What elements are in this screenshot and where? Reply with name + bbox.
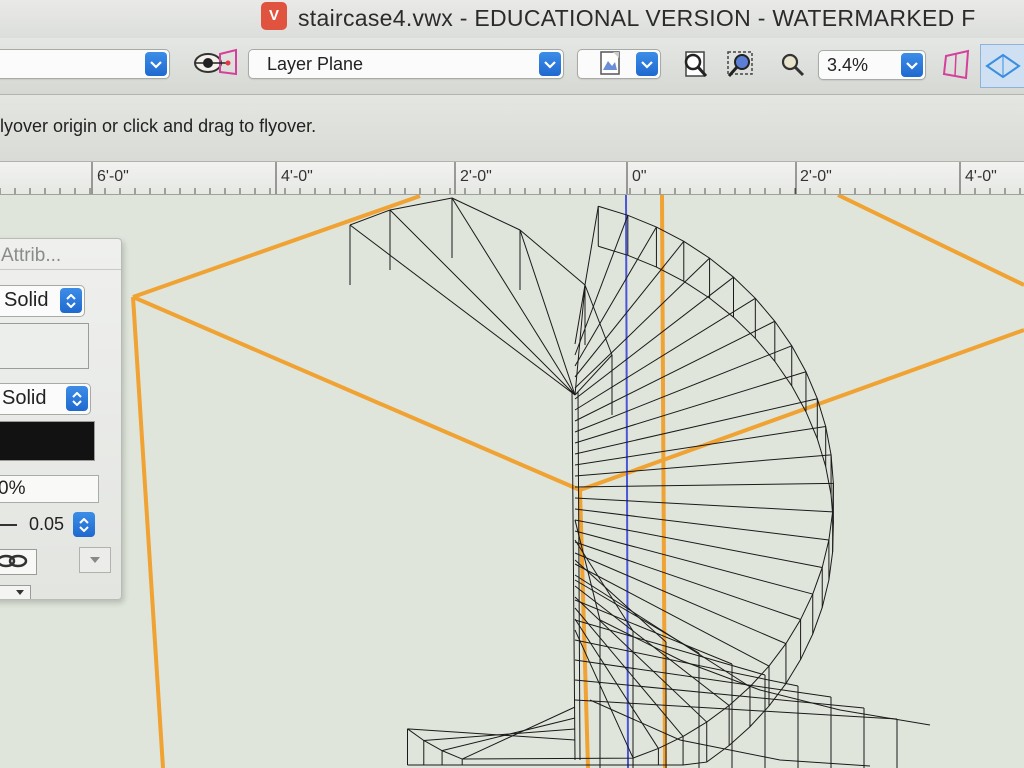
triangle-down-icon bbox=[16, 590, 24, 595]
attributes-palette: Attrib... Solid Solid 0% 0.05 bbox=[0, 238, 122, 600]
y-axis-line bbox=[625, 195, 629, 768]
ruler-label: 4'-0" bbox=[965, 168, 997, 185]
line-end-control[interactable] bbox=[0, 549, 37, 575]
help-message: lyover origin or click and drag to flyov… bbox=[0, 116, 317, 136]
render-mode-icon bbox=[596, 49, 626, 77]
help-message-bar: lyover origin or click and drag to flyov… bbox=[0, 95, 1024, 162]
palette-title-bar[interactable]: Attrib... bbox=[0, 239, 121, 270]
horizontal-ruler[interactable]: 6'-0" 4'-0" 2'-0" 0" 2'-0" 4'-0" bbox=[0, 162, 1024, 195]
chevron-down-icon bbox=[636, 52, 658, 76]
staircase-wireframe bbox=[131, 195, 1024, 768]
magnifier-icon[interactable] bbox=[778, 50, 808, 80]
up-down-chevron-icon bbox=[73, 512, 95, 537]
line-sample bbox=[0, 524, 17, 526]
ruler-label: 4'-0" bbox=[281, 168, 313, 185]
title-bar: V staircase4.vwx - EDUCATIONAL VERSION -… bbox=[0, 0, 1024, 39]
ruler-ticks bbox=[0, 162, 1021, 194]
palette-collapse-button[interactable] bbox=[0, 585, 31, 599]
fill-color-swatch[interactable] bbox=[0, 323, 89, 369]
fill-style-popup[interactable]: Solid bbox=[0, 285, 85, 317]
zoom-dropdown[interactable]: 3.4% bbox=[818, 50, 926, 80]
view-bar: Layer Plane 3.4% bbox=[0, 38, 1024, 95]
opacity-field[interactable]: 0% bbox=[0, 475, 99, 503]
flyover-eye-icon[interactable] bbox=[190, 46, 242, 80]
up-down-chevron-icon bbox=[66, 386, 88, 411]
class-dropdown[interactable] bbox=[0, 49, 170, 79]
chevron-down-icon bbox=[145, 52, 167, 76]
ruler-label: 2'-0" bbox=[460, 168, 492, 185]
drawing-area[interactable] bbox=[0, 195, 1024, 768]
line-thickness-control[interactable]: 0.05 bbox=[0, 511, 103, 539]
ruler-label: 6'-0" bbox=[97, 168, 129, 185]
view-plane-icon[interactable] bbox=[940, 48, 974, 82]
chevron-down-icon bbox=[90, 557, 100, 563]
render-mode-dropdown[interactable] bbox=[577, 49, 661, 79]
pen-color-swatch[interactable] bbox=[0, 421, 95, 461]
link-icon bbox=[0, 554, 28, 568]
fit-to-objects-icon[interactable] bbox=[724, 48, 758, 82]
stair-wireframe bbox=[349, 197, 931, 768]
chevron-down-icon bbox=[901, 53, 923, 77]
pen-style-popup[interactable]: Solid bbox=[0, 383, 91, 415]
up-down-chevron-icon bbox=[60, 288, 82, 313]
layer-plane-dropdown[interactable]: Layer Plane bbox=[248, 49, 564, 79]
line-end-dropdown[interactable] bbox=[79, 547, 111, 573]
working-plane-icon[interactable] bbox=[980, 44, 1024, 88]
vectorworks-app-icon: V bbox=[261, 2, 287, 30]
ruler-label: 0" bbox=[632, 168, 647, 185]
zoom-page-icon[interactable] bbox=[678, 48, 712, 82]
ruler-label: 2'-0" bbox=[800, 168, 832, 185]
chevron-down-icon bbox=[539, 52, 561, 76]
window-title: staircase4.vwx - EDUCATIONAL VERSION - W… bbox=[298, 5, 976, 31]
palette-title: Attrib... bbox=[1, 245, 62, 266]
